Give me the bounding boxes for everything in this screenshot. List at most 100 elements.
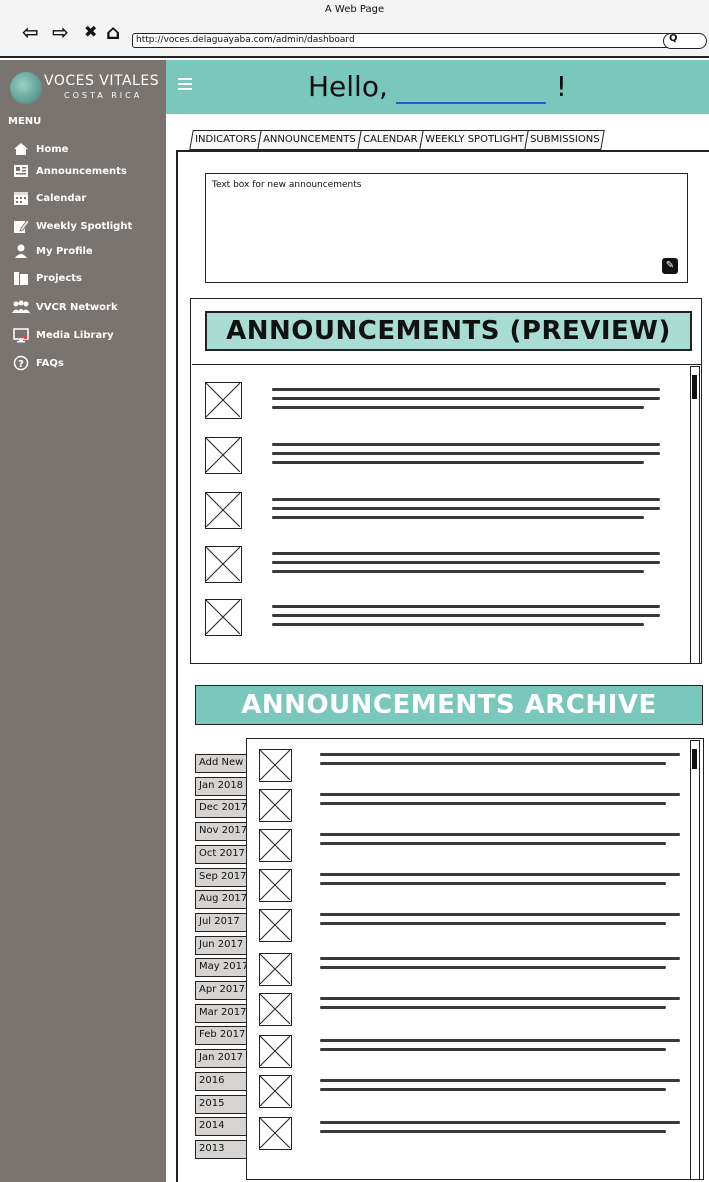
- text-scribble: [320, 913, 680, 941]
- logo[interactable]: VOCES VITALES COSTA RICA: [0, 60, 166, 116]
- text-scribble: [320, 957, 680, 985]
- archive-month-tab[interactable]: Mar 2017: [195, 1003, 247, 1023]
- sidebar-item-label: FAQs: [36, 357, 64, 369]
- logo-text: VOCES VITALES: [44, 73, 160, 89]
- sidebar-item-calendar[interactable]: Calendar: [12, 189, 86, 207]
- archive-month-tab[interactable]: Apr 2017: [195, 981, 247, 1000]
- image-placeholder: [259, 1117, 292, 1150]
- sidebar-item-label: Calendar: [36, 192, 87, 204]
- text-scribble: [320, 1079, 680, 1107]
- text-scribble: [272, 498, 660, 526]
- archive-month-tab[interactable]: Dec 2017: [195, 799, 247, 819]
- archive-month-tab[interactable]: Feb 2017: [195, 1026, 247, 1046]
- user-icon: [12, 243, 30, 259]
- sidebar-item-my-profile[interactable]: My Profile: [12, 242, 93, 260]
- network-icon: [12, 299, 30, 315]
- text-scribble: [320, 997, 680, 1025]
- sidebar-item-label: Media Library: [36, 329, 114, 341]
- announcement-textbox[interactable]: Text box for new announcements: [205, 173, 688, 283]
- archive-month-tab[interactable]: Sep 2017: [195, 867, 247, 887]
- sidebar-item-weekly-spotlight[interactable]: Weekly Spotlight: [12, 217, 132, 235]
- archive-month-tab[interactable]: 2013: [195, 1139, 247, 1159]
- svg-text:?: ?: [18, 359, 24, 370]
- archive-month-tab[interactable]: Aug 2017: [195, 890, 247, 910]
- image-placeholder: [259, 1075, 292, 1108]
- image-placeholder: [205, 437, 242, 474]
- logo-subtext: COSTA RICA: [64, 91, 143, 100]
- pencil-icon[interactable]: ✎: [662, 258, 678, 274]
- forward-icon[interactable]: ⇨: [52, 22, 69, 42]
- sidebar: VOCES VITALES COSTA RICA MENU Home Annou…: [0, 60, 166, 1182]
- image-placeholder: [259, 869, 292, 902]
- sidebar-item-label: VVCR Network: [36, 301, 118, 313]
- folder-icon: [12, 270, 30, 286]
- text-scribble: [272, 605, 660, 633]
- sidebar-item-vvcr-network[interactable]: VVCR Network: [12, 298, 118, 316]
- tab-calendar[interactable]: CALENDAR: [357, 130, 424, 150]
- add-new-tab[interactable]: Add New: [195, 754, 247, 773]
- archive-month-tab[interactable]: Oct 2017: [195, 844, 247, 864]
- archive-month-tab[interactable]: Jan 2017: [195, 1049, 247, 1069]
- sidebar-item-label: Home: [36, 143, 69, 155]
- sidebar-item-projects[interactable]: Projects: [12, 269, 82, 287]
- image-placeholder: [259, 1035, 292, 1068]
- text-scribble: [320, 753, 680, 781]
- tab-bar: INDICATORS ANNOUNCEMENTS CALENDAR WEEKLY…: [189, 130, 606, 150]
- sidebar-item-faqs[interactable]: ? FAQs: [12, 354, 64, 372]
- sidebar-item-label: Weekly Spotlight: [36, 220, 133, 232]
- image-placeholder: [259, 909, 292, 942]
- tab-announcements[interactable]: ANNOUNCEMENTS: [257, 130, 362, 150]
- page-title: A Web Page: [324, 4, 385, 15]
- preview-title: ANNOUNCEMENTS (PREVIEW): [205, 311, 692, 351]
- archive-month-tab[interactable]: Nov 2017: [195, 822, 247, 842]
- text-scribble: [272, 552, 660, 580]
- text-scribble: [320, 1121, 680, 1149]
- hamburger-menu-icon[interactable]: [178, 78, 192, 90]
- text-scribble: [272, 443, 660, 471]
- home-icon: [12, 141, 30, 157]
- edit-icon: [12, 218, 30, 234]
- image-placeholder: [259, 993, 292, 1026]
- close-icon[interactable]: ✖: [84, 22, 97, 42]
- monitor-icon: [12, 327, 30, 343]
- calendar-icon: [12, 190, 30, 206]
- image-placeholder: [259, 829, 292, 862]
- back-icon[interactable]: ⇦: [22, 22, 39, 42]
- archive-title: ANNOUNCEMENTS ARCHIVE: [195, 685, 703, 725]
- archive-month-tab[interactable]: 2014: [195, 1117, 247, 1137]
- help-icon: ?: [12, 355, 30, 371]
- archive-month-tab[interactable]: May 2017: [195, 958, 248, 978]
- browser-search-button[interactable]: Q: [663, 33, 707, 49]
- text-scribble: [320, 793, 680, 821]
- home-nav-icon[interactable]: ⌂: [106, 22, 120, 42]
- archive-month-tab[interactable]: Jul 2017: [195, 912, 247, 932]
- tab-submissions[interactable]: SUBMISSIONS: [524, 130, 606, 150]
- greeting-exclaim: !: [555, 70, 567, 103]
- greeting-text: Hello,: [308, 70, 388, 103]
- image-placeholder: [205, 599, 242, 636]
- sidebar-item-media-library[interactable]: Media Library: [12, 326, 114, 344]
- newspaper-icon: [12, 163, 30, 179]
- sidebar-item-label: Announcements: [36, 165, 127, 177]
- image-placeholder: [259, 953, 292, 986]
- username-blank: [396, 102, 546, 104]
- preview-scrollbar[interactable]: [690, 366, 700, 664]
- tab-indicators[interactable]: INDICATORS: [189, 130, 263, 150]
- text-scribble: [320, 833, 680, 861]
- archive-month-tab[interactable]: Jan 2018: [195, 776, 247, 796]
- archive-scrollbar[interactable]: [690, 740, 700, 1180]
- archive-month-tab[interactable]: 2015: [195, 1094, 247, 1114]
- tab-weekly-spotlight[interactable]: WEEKLY SPOTLIGHT: [418, 130, 530, 150]
- logo-mark-icon: [10, 72, 42, 104]
- image-placeholder: [205, 492, 242, 529]
- sidebar-item-label: My Profile: [36, 245, 93, 257]
- sidebar-item-announcements[interactable]: Announcements: [12, 162, 127, 180]
- archive-month-tab[interactable]: 2016: [195, 1071, 247, 1091]
- archive-month-tab[interactable]: Jun 2017: [195, 935, 247, 955]
- sidebar-item-home[interactable]: Home: [12, 140, 68, 158]
- url-field[interactable]: http://voces.delaguayaba.com/admin/dashb…: [132, 33, 680, 48]
- image-placeholder: [259, 789, 292, 822]
- image-placeholder: [205, 546, 242, 583]
- sidebar-item-label: Projects: [36, 272, 83, 284]
- menu-title: MENU: [8, 116, 42, 127]
